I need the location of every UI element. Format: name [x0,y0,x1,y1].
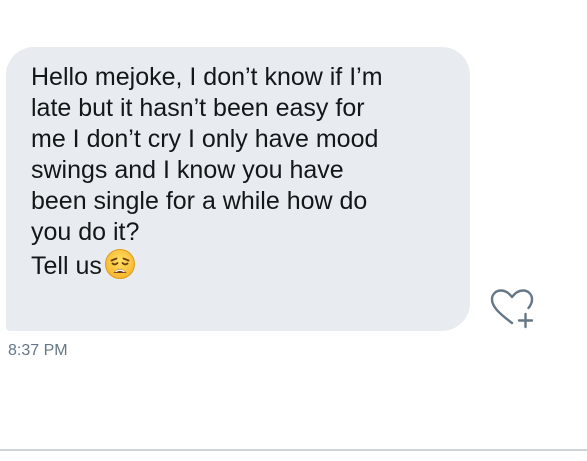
weary-face-emoji-icon [104,248,136,288]
like-message-button[interactable] [488,287,536,331]
message-text-line-3: me I don’t cry I only have mood [31,125,379,153]
message-text-line-5: been single for a while how do [31,187,368,215]
message-text-line-2: late but it hasn’t been easy for [31,94,365,122]
message-text-tell-us: Tell us [31,252,102,280]
message-bubble[interactable]: Hello mejoke, I don’t know if I’m late b… [6,47,470,331]
heart-plus-icon [490,289,534,329]
message-timestamp: 8:37 PM [8,342,68,359]
message-text-line-4: swings and I know you have [31,156,344,184]
message-text-line-7: Tell us [31,248,450,288]
message-text-line-6: you do it? [31,218,140,246]
divider [0,449,587,451]
message-text-line-1: Hello mejoke, I don’t know if I’m [31,63,383,91]
